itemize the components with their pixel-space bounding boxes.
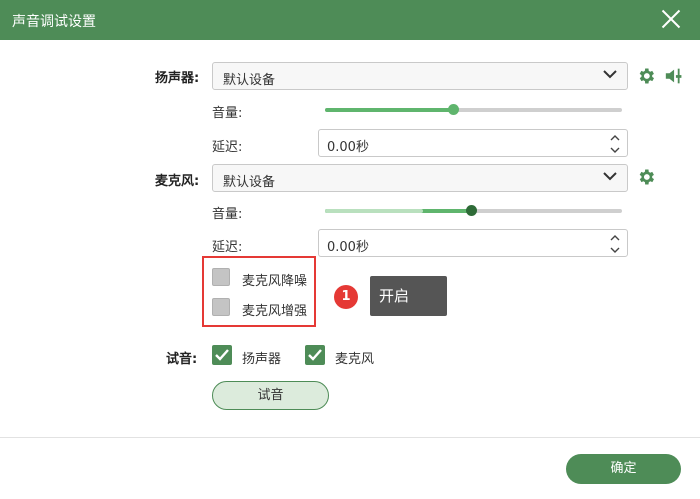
footer-divider: [0, 437, 700, 438]
window-title: 声音调试设置: [12, 14, 96, 30]
speaker-delay-label: 延迟:: [212, 140, 243, 155]
microphone-delay-input[interactable]: 0.00秒: [318, 229, 628, 257]
mic-boost-checkbox[interactable]: [212, 298, 230, 316]
microphone-delay-value: 0.00秒: [327, 240, 369, 255]
gear-icon[interactable]: [636, 167, 656, 187]
speaker-delay-input[interactable]: 0.00秒: [318, 129, 628, 157]
chevron-up-icon[interactable]: [609, 233, 621, 243]
gear-icon[interactable]: [636, 66, 656, 86]
microphone-volume-knob[interactable]: [466, 205, 477, 216]
speaker-volume-fill: [325, 108, 453, 112]
test-label: 试音:: [166, 352, 198, 367]
speaker-device-value: 默认设备: [223, 73, 276, 88]
speaker-volume-slider[interactable]: [325, 104, 622, 115]
test-speaker-checkbox[interactable]: [212, 345, 232, 365]
confirm-button[interactable]: 确定: [566, 454, 681, 484]
speaker-volume-knob[interactable]: [448, 104, 459, 115]
test-microphone-checkbox[interactable]: [305, 345, 325, 365]
check-icon: [215, 349, 229, 361]
microphone-device-select[interactable]: 默认设备: [212, 164, 628, 192]
microphone-input-level: [325, 209, 423, 213]
close-icon[interactable]: [661, 9, 681, 29]
microphone-volume-slider[interactable]: [325, 205, 622, 216]
speaker-delay-value: 0.00秒: [327, 140, 369, 155]
microphone-label: 麦克风:: [155, 174, 200, 189]
noise-reduction-label: 麦克风降噪: [242, 274, 308, 289]
speaker-volume-label: 音量:: [212, 106, 243, 121]
noise-reduction-checkbox[interactable]: [212, 268, 230, 286]
step-badge: 1: [334, 285, 358, 309]
test-button[interactable]: 试音: [212, 381, 329, 410]
chevron-up-icon[interactable]: [609, 133, 621, 143]
title-bar: 声音调试设置: [0, 0, 700, 40]
speaker-volume-icon[interactable]: [664, 65, 686, 87]
microphone-volume-label: 音量:: [212, 207, 243, 222]
check-icon: [308, 349, 322, 361]
microphone-delay-label: 延迟:: [212, 240, 243, 255]
speaker-device-select[interactable]: 默认设备: [212, 62, 628, 90]
microphone-device-value: 默认设备: [223, 175, 276, 190]
chevron-down-icon: [603, 172, 617, 181]
chevron-down-icon: [603, 70, 617, 79]
mic-boost-label: 麦克风增强: [242, 304, 308, 319]
test-microphone-label: 麦克风: [335, 352, 375, 367]
test-speaker-label: 扬声器: [242, 352, 282, 367]
tooltip-callout: 开启: [370, 276, 447, 316]
chevron-down-icon[interactable]: [609, 245, 621, 255]
chevron-down-icon[interactable]: [609, 145, 621, 155]
speaker-label: 扬声器:: [155, 71, 200, 86]
